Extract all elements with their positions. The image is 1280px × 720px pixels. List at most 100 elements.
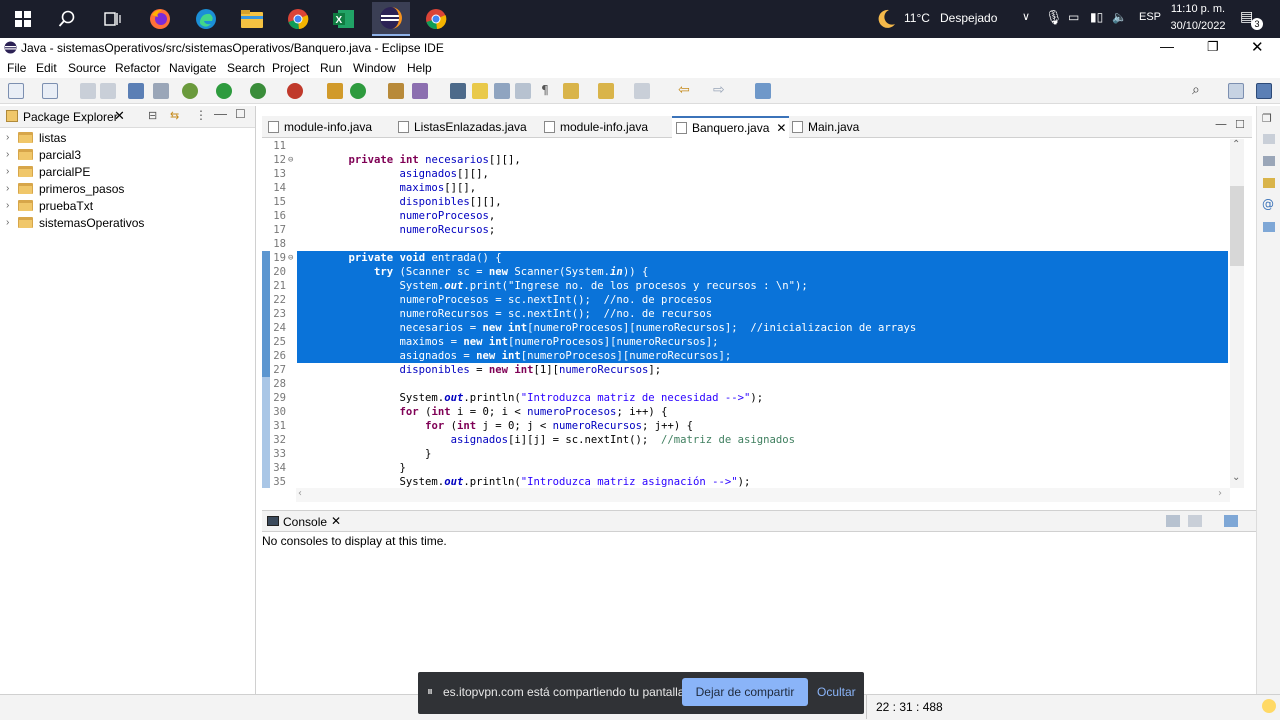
chevron-right-icon[interactable]: › [6, 217, 16, 228]
code-line[interactable]: 35 System.out.println("Introduzca matriz… [262, 475, 1230, 488]
weather-desc[interactable]: Despejado [940, 11, 997, 25]
code-line[interactable]: 30 for (int i = 0; i < numeroProcesos; i… [262, 405, 1230, 419]
debug-icon[interactable] [182, 83, 198, 99]
fold-toggle-icon[interactable]: ⊖ [288, 153, 293, 167]
menu-file[interactable]: File [7, 61, 26, 75]
menu-navigate[interactable]: Navigate [169, 61, 216, 75]
code-line[interactable]: 13 asignados[][], [262, 167, 1230, 181]
code-line[interactable]: 28 [262, 377, 1230, 391]
tab-main[interactable]: Main.java [792, 116, 882, 138]
block-selection-icon[interactable] [494, 83, 510, 99]
open-console-icon[interactable] [1224, 515, 1238, 527]
menu-help[interactable]: Help [407, 61, 432, 75]
save-icon[interactable] [80, 83, 96, 99]
search-tool-icon[interactable] [412, 83, 428, 99]
problems-icon[interactable] [1263, 178, 1275, 188]
minimize-button[interactable]: — [1160, 38, 1174, 54]
console-title[interactable]: Console [283, 515, 327, 529]
search-icon-toolbar[interactable]: ⌕ [1192, 83, 1208, 99]
code-line[interactable]: 11 [262, 139, 1230, 153]
code-line[interactable]: 14 maximos[][], [262, 181, 1230, 195]
clock-time[interactable]: 11:10 p. m. [1168, 3, 1228, 15]
minimize-view-icon[interactable]: — [214, 106, 227, 121]
stop-sharing-button[interactable]: Dejar de compartir [682, 678, 808, 706]
editor-scroll-thumb[interactable] [1230, 186, 1244, 266]
code-line[interactable]: 22 numeroProcesos = sc.nextInt(); //no. … [262, 293, 1230, 307]
clock-date[interactable]: 30/10/2022 [1168, 20, 1228, 32]
weather-temp[interactable]: 11°C [904, 11, 930, 25]
menu-run[interactable]: Run [320, 61, 342, 75]
restore-icon[interactable]: ❐ [1262, 112, 1272, 125]
close-window-button[interactable]: ✕ [1251, 38, 1264, 56]
skip-breakpoints-icon[interactable] [153, 83, 169, 99]
chevron-right-icon[interactable]: › [6, 132, 16, 143]
toggle-highlight-icon[interactable] [472, 83, 488, 99]
new-icon[interactable] [8, 83, 24, 99]
java-perspective-icon[interactable] [1256, 83, 1272, 99]
editor-horizontal-scrollbar[interactable]: ‹ › [296, 488, 1230, 502]
open-perspective-icon[interactable] [1228, 83, 1244, 99]
run-icon[interactable] [216, 83, 232, 99]
code-line[interactable]: 29 System.out.println("Introduzca matriz… [262, 391, 1230, 405]
maximize-editor-icon[interactable]: ☐ [1235, 118, 1245, 131]
scroll-left-icon[interactable]: ‹ [298, 488, 302, 499]
previous-annotation-icon[interactable] [598, 83, 614, 99]
code-line[interactable]: 26 asignados = new int[numeroProcesos][n… [262, 349, 1230, 363]
code-line[interactable]: 12 ⊖ private int necesarios[][], [262, 153, 1230, 167]
language-indicator[interactable]: ESP [1139, 11, 1161, 23]
display-icon[interactable]: ▭ [1068, 10, 1079, 24]
minimize-editor-icon[interactable]: — [1215, 117, 1227, 131]
menu-source[interactable]: Source [68, 61, 106, 75]
fold-toggle-icon[interactable]: ⊖ [288, 251, 293, 265]
moon-weather-icon[interactable] [871, 4, 901, 34]
declaration-icon[interactable] [1263, 222, 1275, 232]
code-line[interactable]: 19 ⊖ private void entrada() { [262, 251, 1230, 265]
drag-handle-icon[interactable]: ⏸ [427, 684, 433, 699]
show-whitespace-icon[interactable] [515, 83, 531, 99]
hide-button[interactable]: Ocultar [817, 685, 856, 699]
display-console-icon[interactable] [1188, 515, 1202, 527]
terminal-icon[interactable] [128, 83, 144, 99]
scroll-right-icon[interactable]: › [1218, 488, 1222, 499]
chevron-up-icon[interactable]: ∨ [1022, 10, 1030, 23]
microphone-icon[interactable]: 🎙 [1045, 9, 1063, 26]
code-line[interactable]: 33 } [262, 447, 1230, 461]
link-editor-icon[interactable]: ⇆ [170, 109, 179, 122]
package-explorer-title[interactable]: Package Explorer [23, 110, 118, 124]
menu-refactor[interactable]: Refactor [115, 61, 160, 75]
code-line[interactable]: 24 necesarios = new int[numeroProcesos][… [262, 321, 1230, 335]
open-icon[interactable] [42, 83, 58, 99]
chrome-icon-2[interactable] [421, 4, 451, 34]
scroll-down-icon[interactable]: ⌄ [1232, 472, 1240, 483]
tree-item-listas[interactable]: › listas [6, 129, 66, 146]
console-body[interactable]: No consoles to display at this time. [256, 532, 1256, 694]
excel-icon[interactable]: X [329, 4, 359, 34]
menu-project[interactable]: Project [272, 61, 309, 75]
eclipse-taskbar-icon[interactable] [372, 2, 410, 36]
code-line[interactable]: 21 System.out.print("Ingrese no. de los … [262, 279, 1230, 293]
pin-editor-icon[interactable] [755, 83, 771, 99]
tree-item-primeros-pasos[interactable]: › primeros_pasos [6, 180, 124, 197]
tree-item-parcial3[interactable]: › parcial3 [6, 146, 81, 163]
tree-item-pruebatxt[interactable]: › pruebaTxt [6, 197, 93, 214]
menu-edit[interactable]: Edit [36, 61, 57, 75]
menu-window[interactable]: Window [353, 61, 396, 75]
tab-listas-enlazadas[interactable]: ListasEnlazadas.java [398, 116, 538, 138]
edge-icon[interactable] [191, 4, 221, 34]
toggle-mark-occurrences-icon[interactable] [450, 83, 466, 99]
new-package-icon[interactable] [327, 83, 343, 99]
code-line[interactable]: 27 disponibles = new int[1][numeroRecurs… [262, 363, 1230, 377]
chevron-right-icon[interactable]: › [6, 200, 16, 211]
save-all-icon[interactable] [100, 83, 116, 99]
paragraph-icon[interactable]: ¶ [537, 83, 553, 99]
chevron-right-icon[interactable]: › [6, 166, 16, 177]
speaker-icon[interactable]: 🔈 [1112, 10, 1127, 24]
code-line[interactable]: 15 disponibles[][], [262, 195, 1230, 209]
tab-module-info-2[interactable]: module-info.java [544, 116, 666, 138]
code-line[interactable]: 32 asignados[i][j] = sc.nextInt(); //mat… [262, 433, 1230, 447]
tip-icon[interactable] [1262, 699, 1276, 713]
battery-icon[interactable]: ▮▯ [1090, 10, 1103, 24]
menu-search[interactable]: Search [227, 61, 265, 75]
last-edit-icon[interactable] [634, 83, 650, 99]
pin-console-icon[interactable] [1166, 515, 1180, 527]
